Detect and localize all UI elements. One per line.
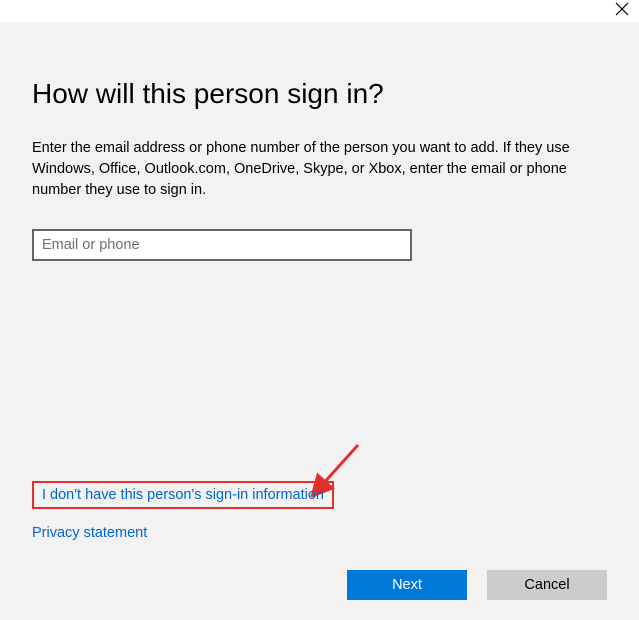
- page-title: How will this person sign in?: [32, 78, 607, 110]
- body-text: Enter the email address or phone number …: [32, 138, 592, 201]
- link-row: Privacy statement: [32, 519, 607, 542]
- cancel-button[interactable]: Cancel: [487, 570, 607, 600]
- email-or-phone-input[interactable]: [32, 229, 412, 261]
- close-icon[interactable]: [615, 2, 629, 16]
- button-row: Next Cancel: [32, 570, 607, 600]
- link-row: I don't have this person's sign-in infor…: [32, 481, 607, 509]
- privacy-statement-link[interactable]: Privacy statement: [32, 525, 147, 541]
- titlebar: [0, 0, 639, 22]
- next-button[interactable]: Next: [347, 570, 467, 600]
- bottom-area: I don't have this person's sign-in infor…: [32, 481, 607, 600]
- no-sign-in-info-link[interactable]: I don't have this person's sign-in infor…: [32, 481, 334, 509]
- dialog-panel: How will this person sign in? Enter the …: [0, 22, 639, 620]
